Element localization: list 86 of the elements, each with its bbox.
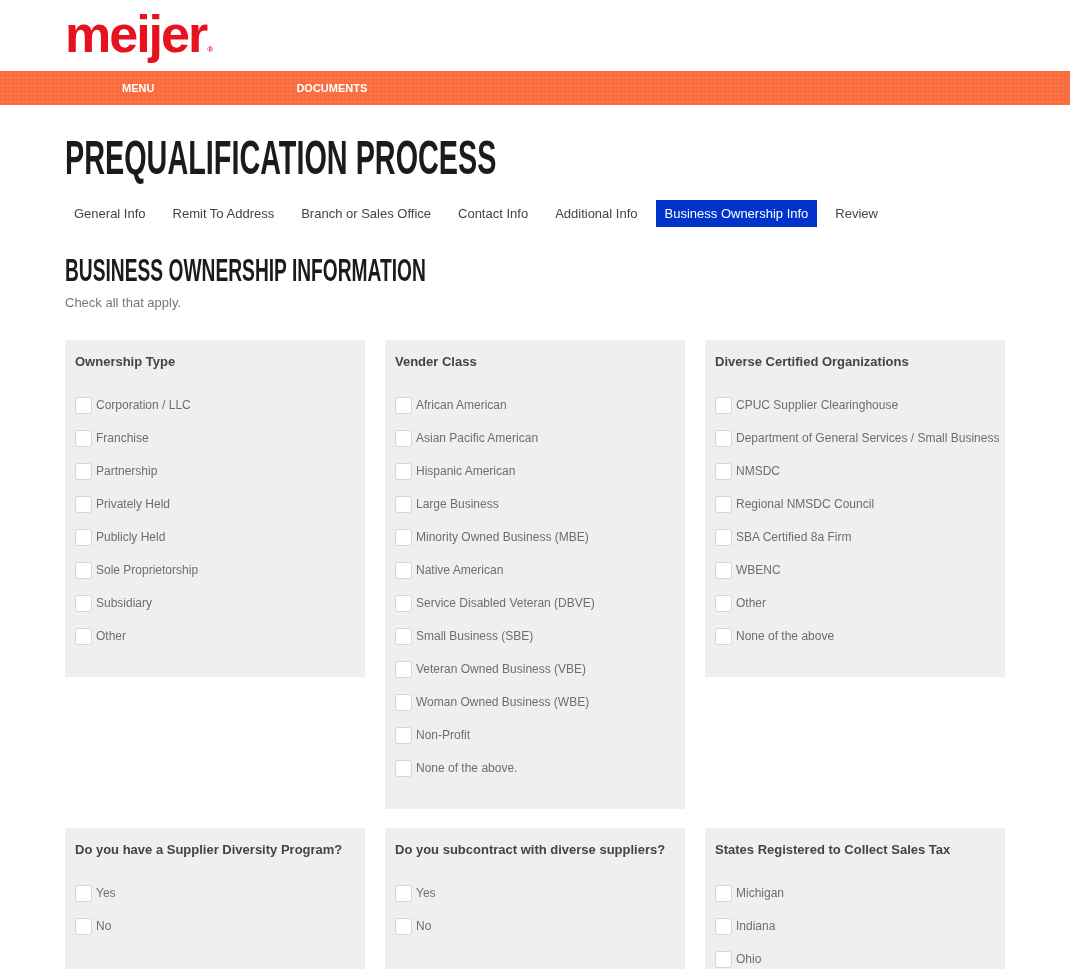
checkbox[interactable]: [715, 594, 732, 612]
checkbox[interactable]: [715, 627, 732, 645]
option-label: Michigan: [736, 885, 785, 901]
option-label: WBENC: [736, 562, 781, 578]
checkbox[interactable]: [715, 429, 732, 447]
tab[interactable]: Business Ownership Info: [655, 200, 818, 227]
checkbox[interactable]: [395, 429, 412, 447]
checkbox[interactable]: [715, 884, 732, 902]
checkbox[interactable]: [395, 693, 412, 711]
option-label: Sole Proprietorship: [96, 562, 199, 578]
checkbox[interactable]: [395, 726, 412, 744]
option-label: Asian Pacific American: [416, 430, 539, 446]
option-label: Yes: [96, 885, 116, 901]
option-label: Regional NMSDC Council: [736, 496, 875, 512]
tab[interactable]: Review: [826, 200, 887, 227]
option-label: Small Business (SBE): [416, 628, 534, 644]
option-label: No: [416, 918, 432, 934]
checkbox[interactable]: [75, 396, 92, 414]
panel-title: Ownership Type: [75, 353, 176, 371]
option-label: Subsidiary: [96, 595, 153, 611]
panel-title: Do you subcontract with diverse suppliers?: [395, 841, 666, 859]
option-label: SBA Certified 8a Firm: [736, 529, 852, 545]
option-label: Hispanic American: [416, 463, 516, 479]
checkbox[interactable]: [75, 462, 92, 480]
checkbox[interactable]: [395, 660, 412, 678]
checkbox[interactable]: [395, 594, 412, 612]
checkbox[interactable]: [715, 528, 732, 546]
option-label: Other: [96, 628, 126, 644]
checkbox[interactable]: [395, 884, 412, 902]
option-label: Woman Owned Business (WBE): [416, 694, 590, 710]
tab[interactable]: Contact Info: [449, 200, 538, 227]
option-label: Corporation / LLC: [96, 397, 191, 413]
checkbox[interactable]: [75, 884, 92, 902]
checkbox[interactable]: [395, 462, 412, 480]
checkbox[interactable]: [75, 495, 92, 513]
checkbox[interactable]: [395, 627, 412, 645]
option-label: Privately Held: [96, 496, 171, 512]
checkbox[interactable]: [75, 594, 92, 612]
tab[interactable]: Branch or Sales Office: [292, 200, 440, 227]
panel-title: States Registered to Collect Sales Tax: [715, 841, 951, 859]
option-label: CPUC Supplier Clearinghouse: [736, 397, 899, 413]
option-label: Veteran Owned Business (VBE): [416, 661, 587, 677]
option-label: Ohio: [736, 951, 762, 967]
option-label: Franchise: [96, 430, 149, 446]
checkbox[interactable]: [75, 627, 92, 645]
tab[interactable]: General Info: [65, 200, 155, 227]
tab[interactable]: Remit To Address: [163, 200, 284, 227]
checkbox[interactable]: [75, 917, 92, 935]
option-label: Large Business: [416, 496, 499, 512]
option-label: Yes: [416, 885, 436, 901]
checkbox[interactable]: [395, 396, 412, 414]
option-label: Other: [736, 595, 766, 611]
checkbox[interactable]: [395, 759, 412, 777]
option-label: African American: [416, 397, 507, 413]
checkbox[interactable]: [395, 917, 412, 935]
option-label: No: [96, 918, 112, 934]
tab[interactable]: Additional Info: [546, 200, 647, 227]
option-label: Non-Profit: [416, 727, 471, 743]
checkbox[interactable]: [715, 396, 732, 414]
option-label: None of the above.: [416, 760, 518, 776]
checkbox[interactable]: [75, 528, 92, 546]
option-label: Partnership: [96, 463, 158, 479]
checkbox[interactable]: [715, 950, 732, 968]
option-label: Indiana: [736, 918, 776, 934]
option-label: Minority Owned Business (MBE): [416, 529, 589, 545]
checkbox[interactable]: [395, 495, 412, 513]
checkbox[interactable]: [715, 495, 732, 513]
option-label: NMSDC: [736, 463, 780, 479]
option-label: Native American: [416, 562, 504, 578]
option-label: Department of General Services / Small Business: [736, 430, 1000, 446]
page-title: PREQUALIFICATION PROCESS: [65, 134, 497, 182]
section-heading: BUSINESS OWNERSHIP INFORMATION: [65, 254, 426, 286]
checkbox[interactable]: [75, 429, 92, 447]
checkbox[interactable]: [715, 917, 732, 935]
panel-title: Diverse Certified Organizations: [715, 353, 909, 371]
checkbox[interactable]: [395, 561, 412, 579]
panel-title: Vender Class: [395, 353, 477, 371]
checkbox[interactable]: [395, 528, 412, 546]
checkbox[interactable]: [715, 462, 732, 480]
checkbox[interactable]: [715, 561, 732, 579]
instruction-text: Check all that apply.: [65, 295, 182, 311]
option-label: Publicly Held: [96, 529, 166, 545]
option-label: None of the above: [736, 628, 835, 644]
option-label: Service Disabled Veteran (DBVE): [416, 595, 595, 611]
panel-title: Do you have a Supplier Diversity Program?: [75, 841, 343, 859]
checkbox[interactable]: [75, 561, 92, 579]
